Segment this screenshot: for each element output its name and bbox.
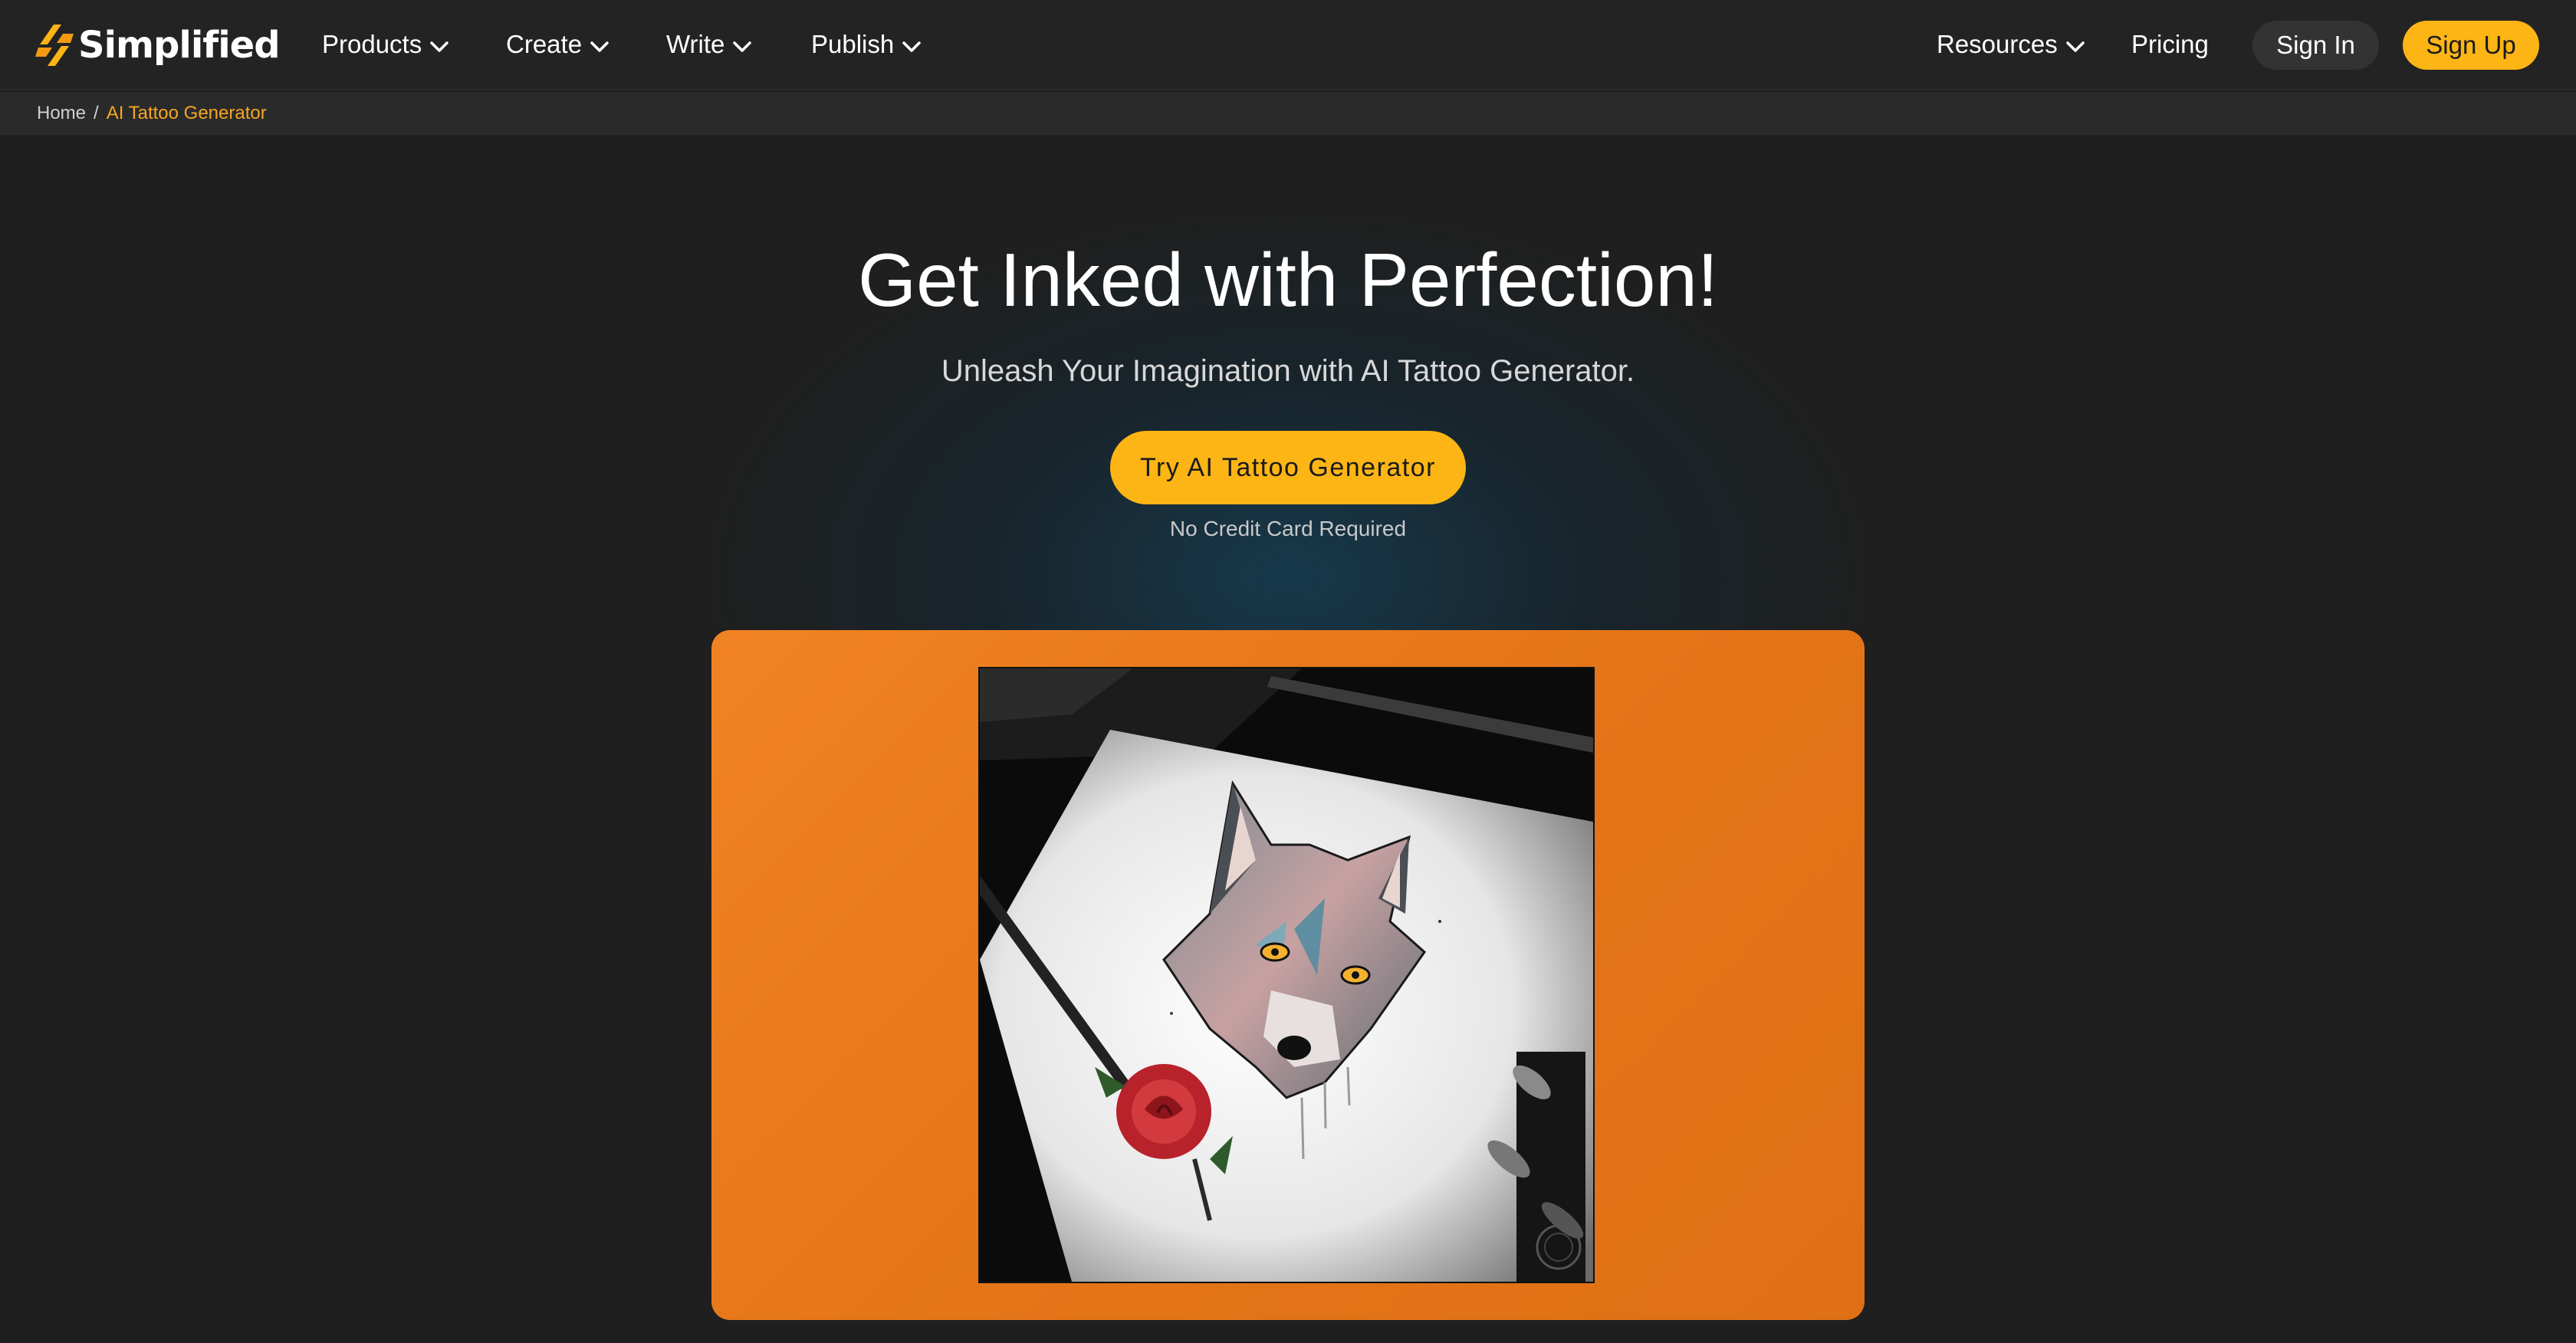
nav-products[interactable]: Products [322,25,449,64]
chevron-down-icon [2065,41,2085,52]
breadcrumb-current: AI Tattoo Generator [106,103,267,123]
nav-resources-label: Resources [1937,30,2058,58]
sign-up-button[interactable]: Sign Up [2403,21,2539,70]
breadcrumb-separator: / [94,103,99,123]
hero-subtitle: Unleash Your Imagination with AI Tattoo … [941,354,1635,388]
nav-publish[interactable]: Publish [811,25,922,64]
no-credit-card-note: No Credit Card Required [1169,517,1407,540]
try-ai-tattoo-generator-button[interactable]: Try AI Tattoo Generator [1110,431,1466,504]
nav-write-label: Write [666,30,725,58]
page-title: Get Inked with Perfection! [857,238,1719,322]
nav-pricing-label: Pricing [2131,30,2209,58]
nav-resources[interactable]: Resources [1937,25,2085,64]
nav-create-label: Create [506,30,583,58]
sign-in-button[interactable]: Sign In [2252,21,2379,70]
nav-pricing[interactable]: Pricing [2131,25,2209,64]
simplified-logo[interactable]: Simplified [35,21,281,69]
wolf-tattoo-image [978,667,1595,1283]
simplified-logo-icon [35,25,74,66]
showcase-panel [711,630,1865,1320]
breadcrumb-home-link[interactable]: Home [37,103,86,124]
nav-publish-label: Publish [811,30,895,58]
nav-create[interactable]: Create [506,25,610,64]
top-navbar: Simplified Products Create Write Publish… [0,0,2576,90]
breadcrumb: Home / AI Tattoo Generator [0,92,2576,135]
chevron-down-icon [733,41,752,52]
brand-name: Simplified [78,24,281,67]
chevron-down-icon [590,41,609,52]
nav-write[interactable]: Write [666,25,752,64]
chevron-down-icon [430,41,449,52]
chevron-down-icon [902,41,921,52]
nav-products-label: Products [322,30,422,58]
wolf-rose-illustration [980,668,1593,1282]
